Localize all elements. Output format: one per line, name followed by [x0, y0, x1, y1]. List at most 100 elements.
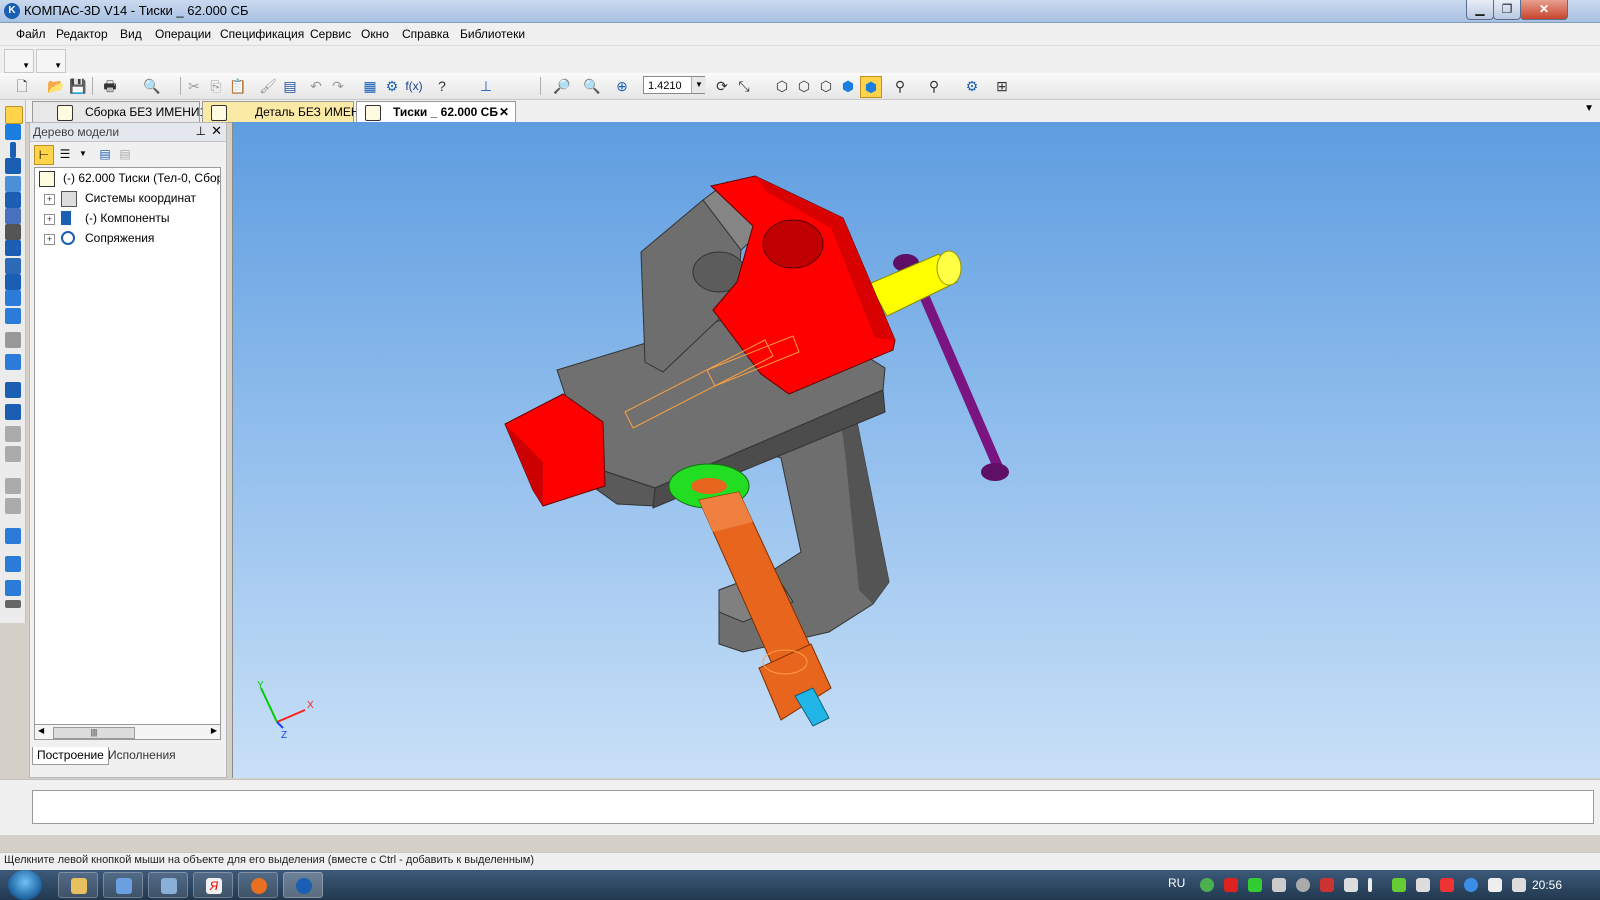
- tray-nvidia-icon[interactable]: [1392, 878, 1406, 892]
- tray-pen-icon[interactable]: [1368, 878, 1372, 892]
- taskbar-firefox[interactable]: [238, 872, 278, 898]
- arrays-icon[interactable]: [5, 176, 21, 192]
- tray-network-icon[interactable]: [1416, 878, 1430, 892]
- menu-service[interactable]: Сервис: [310, 27, 351, 41]
- expand-icon[interactable]: +: [44, 194, 55, 205]
- orientation-icon[interactable]: ⤡: [734, 76, 754, 96]
- close-button[interactable]: ✕: [1520, 0, 1568, 20]
- chevron-down-icon[interactable]: ▼: [691, 77, 706, 93]
- spatial-curves-icon[interactable]: [10, 142, 16, 158]
- tree-horizontal-scrollbar[interactable]: ◀ ||| ▶: [34, 724, 221, 740]
- cut-extrusion-icon[interactable]: [5, 478, 21, 494]
- expand-icon[interactable]: +: [44, 214, 55, 225]
- selection-icon[interactable]: ⚲: [924, 76, 944, 96]
- scroll-right-icon[interactable]: ▶: [211, 726, 217, 735]
- sheet-metal-icon[interactable]: [5, 308, 21, 324]
- reports-icon[interactable]: [5, 274, 21, 290]
- tree-filter-icon[interactable]: ▤: [96, 145, 114, 163]
- coordinate-system-icon[interactable]: ⊥: [476, 76, 496, 96]
- tray-tools-icon[interactable]: [1272, 878, 1286, 892]
- tray-info-icon[interactable]: [1464, 878, 1478, 892]
- menu-operations[interactable]: Операции: [155, 27, 211, 41]
- measure-icon[interactable]: [5, 224, 21, 240]
- expand-panel-icon[interactable]: [5, 600, 21, 608]
- tree-sort-icon[interactable]: ▤: [116, 145, 134, 163]
- menu-window[interactable]: Окно: [361, 27, 389, 41]
- vise-3d-model[interactable]: Y X Z: [233, 122, 1600, 778]
- tray-antivirus-icon[interactable]: [1224, 878, 1238, 892]
- component-icon[interactable]: [5, 124, 21, 140]
- tray-search-icon[interactable]: [1296, 878, 1310, 892]
- edit-assembly-icon[interactable]: [5, 106, 23, 124]
- taskbar-yandex[interactable]: Я: [193, 872, 233, 898]
- print-preview-icon[interactable]: 🔍: [142, 76, 162, 96]
- specification-icon[interactable]: [5, 258, 21, 274]
- menu-libraries[interactable]: Библиотеки: [460, 27, 525, 41]
- copy-icon[interactable]: ⎘: [206, 76, 226, 96]
- edit-placement-icon[interactable]: [5, 332, 21, 348]
- toolbar-grip-1[interactable]: ▼: [4, 49, 34, 73]
- filter-icon[interactable]: ⚲: [890, 76, 910, 96]
- tabs-dropdown-icon[interactable]: ▼: [1584, 103, 1594, 114]
- menu-edit[interactable]: Редактор: [56, 27, 108, 41]
- expand-icon[interactable]: +: [44, 234, 55, 245]
- minimize-button[interactable]: ▁: [1466, 0, 1494, 20]
- fillet-icon[interactable]: [5, 556, 21, 572]
- auxiliary-geometry-icon[interactable]: [5, 192, 21, 208]
- properties-bar[interactable]: [32, 790, 1594, 824]
- redo-icon[interactable]: ↷: [328, 76, 348, 96]
- wireframe-icon[interactable]: ⬡: [772, 76, 792, 96]
- tab-part-unnamed[interactable]: Деталь БЕЗ ИМЕНИ1: [202, 101, 375, 122]
- hole-icon[interactable]: [5, 528, 21, 544]
- shaded-edges-icon[interactable]: ⬢: [860, 76, 882, 98]
- scrollbar-thumb[interactable]: |||: [53, 727, 135, 739]
- variables-icon[interactable]: ▤: [280, 76, 300, 96]
- save-icon[interactable]: 💾: [68, 76, 88, 96]
- clock[interactable]: 20:56: [1532, 878, 1562, 892]
- new-document-icon[interactable]: 🗋: [12, 76, 32, 96]
- shaded-icon[interactable]: ⬢: [838, 76, 858, 96]
- open-folder-icon[interactable]: 📂: [46, 76, 66, 96]
- kompas-app-icon[interactable]: K: [4, 3, 20, 19]
- properties-brush-icon[interactable]: 🖌: [258, 76, 278, 96]
- designations-icon[interactable]: [5, 290, 21, 306]
- zoom-in-icon[interactable]: ⊕: [612, 76, 632, 96]
- close-tab-icon[interactable]: ✕: [499, 102, 509, 122]
- model-viewport[interactable]: Y X Z: [232, 122, 1600, 778]
- taskbar-kompas[interactable]: [283, 872, 323, 898]
- start-button[interactable]: [8, 870, 42, 900]
- surfaces-icon[interactable]: [5, 158, 21, 174]
- paste-icon[interactable]: 📋: [228, 76, 248, 96]
- insert-component-icon[interactable]: [5, 354, 21, 370]
- menu-specification[interactable]: Спецификация: [220, 27, 304, 41]
- pin-icon[interactable]: ⊥: [196, 124, 206, 138]
- tree-structure-icon[interactable]: ⊢: [34, 145, 54, 165]
- tab-vise-assembly[interactable]: Тиски _ 62.000 СБ ✕: [356, 101, 516, 122]
- constraints-icon[interactable]: ⊞: [992, 76, 1012, 96]
- tree-view-mode-icon[interactable]: ☰: [56, 145, 74, 163]
- help-pointer-icon[interactable]: ?: [432, 76, 452, 96]
- menu-help[interactable]: Справка: [402, 27, 449, 41]
- rotate-icon[interactable]: ⟳: [712, 76, 732, 96]
- tab-assembly-unnamed[interactable]: Сборка БЕЗ ИМЕНИ1: [32, 101, 206, 122]
- cut-rotation-icon[interactable]: [5, 498, 21, 514]
- tray-flag-icon[interactable]: [1440, 878, 1454, 892]
- undo-icon[interactable]: ↶: [306, 76, 326, 96]
- loft-icon[interactable]: [5, 446, 21, 462]
- restore-button[interactable]: ❐: [1493, 0, 1521, 20]
- language-indicator[interactable]: RU: [1168, 876, 1185, 890]
- toolbar-grip-2[interactable]: ▼: [36, 49, 66, 73]
- zoom-all-icon[interactable]: 🔍: [582, 76, 602, 96]
- zoom-window-icon[interactable]: 🔎: [552, 76, 572, 96]
- kinematic-icon[interactable]: [5, 426, 21, 442]
- library-icon[interactable]: ⚙: [382, 76, 402, 96]
- taskbar-explorer[interactable]: [58, 872, 98, 898]
- tray-app-icon[interactable]: [1200, 878, 1214, 892]
- menu-view[interactable]: Вид: [120, 27, 142, 41]
- volume-icon[interactable]: [1512, 878, 1526, 892]
- scroll-left-icon[interactable]: ◀: [38, 726, 44, 735]
- variables-fx-icon[interactable]: f(x): [404, 76, 424, 96]
- cut-icon[interactable]: ✂: [184, 76, 204, 96]
- rotation-icon[interactable]: [5, 404, 21, 420]
- tray-media-icon[interactable]: [1320, 878, 1334, 892]
